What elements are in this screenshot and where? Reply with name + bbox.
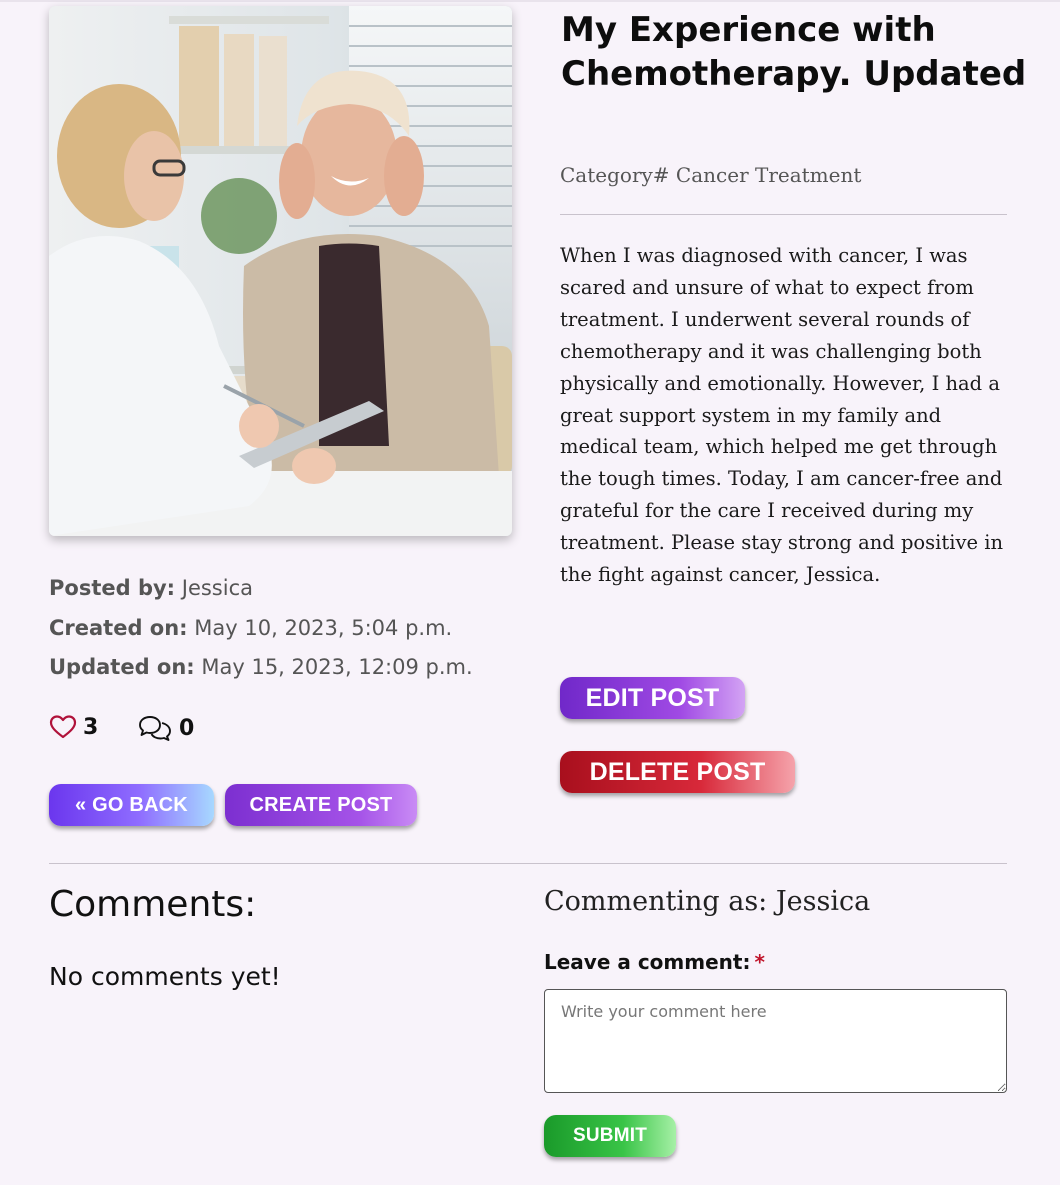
created-on-value: May 10, 2023, 5:04 p.m. [194,616,453,640]
submit-button[interactable]: SUBMIT [544,1115,676,1157]
create-post-button[interactable]: CREATE POST [225,784,417,826]
like-count: 3 [83,714,99,740]
post-body: When I was diagnosed with cancer, I was … [560,244,1004,587]
updated-on: Updated on: May 15, 2023, 12:09 p.m. [49,655,473,679]
comment-count: 0 [179,715,195,741]
required-mark: * [754,950,765,974]
post-image [49,6,512,536]
created-on-label: Created on: [49,616,188,640]
comment-input[interactable] [544,989,1007,1093]
edit-post-button[interactable]: EDIT POST [560,677,745,719]
posted-by: Posted by: Jessica [49,576,253,600]
post-category: Category# Cancer Treatment [560,163,862,187]
go-back-button[interactable]: « GO BACK [49,784,214,826]
post-title: My Experience with Chemotherapy. Updated [561,10,1027,94]
heart-outline-icon[interactable] [49,714,77,740]
no-comments-text: No comments yet! [49,962,281,991]
delete-post-button[interactable]: DELETE POST [560,751,795,793]
divider [560,214,1007,215]
posted-by-value: Jessica [181,576,253,600]
posted-by-label: Posted by: [49,576,176,600]
commenting-as-text: Commenting as: Jessica [544,886,871,917]
updated-on-label: Updated on: [49,655,195,679]
leave-comment-label-text: Leave a comment: [544,950,751,974]
updated-on-value: May 15, 2023, 12:09 p.m. [201,655,473,679]
leave-comment-label: Leave a comment: * [544,950,765,974]
comment-counter: 0 [137,714,194,742]
comments-heading: Comments: [49,884,257,925]
created-on: Created on: May 10, 2023, 5:04 p.m. [49,616,452,640]
like-counter[interactable]: 3 [49,714,98,740]
chat-bubbles-icon [139,716,171,741]
section-divider [49,863,1007,864]
top-border [0,0,1060,2]
